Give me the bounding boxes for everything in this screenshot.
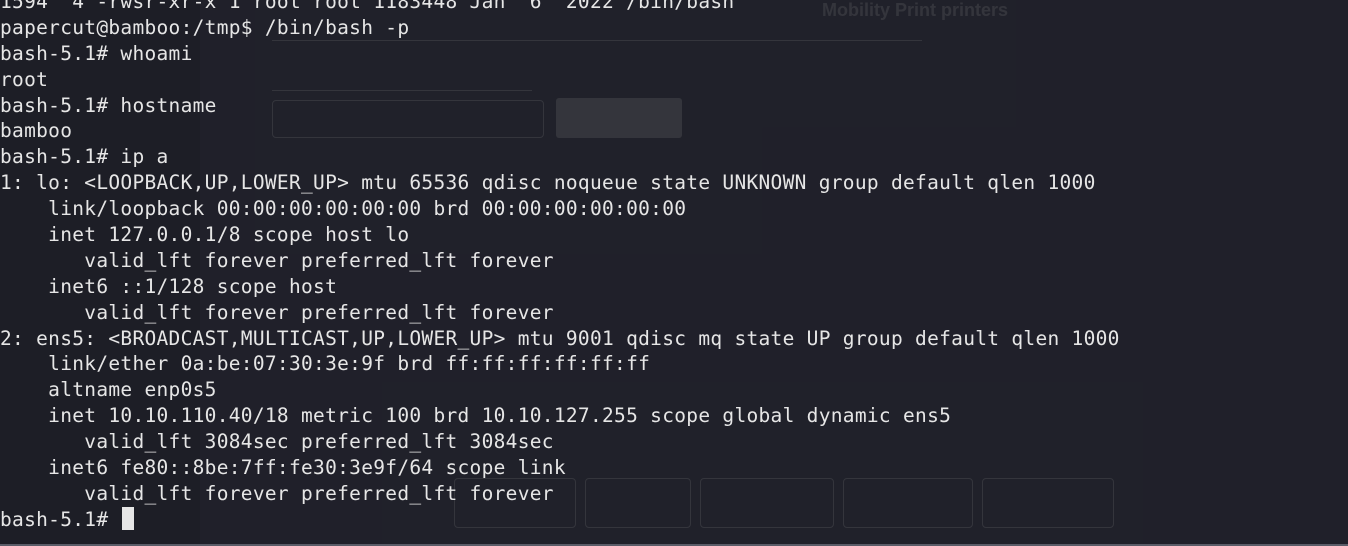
terminal-line: altname enp0s5 — [0, 378, 217, 402]
terminal-output[interactable]: 1594 4 -rwsr-xr-x 1 root root 1183448 Ja… — [0, 0, 1348, 546]
cursor — [122, 506, 135, 530]
terminal-line: valid_lft forever preferred_lft forever — [0, 248, 554, 272]
terminal-line: inet 10.10.110.40/18 metric 100 brd 10.1… — [0, 404, 952, 428]
terminal-line: 1: lo: <LOOPBACK,UP,LOWER_UP> mtu 65536 … — [0, 171, 1096, 195]
terminal-line: bash-5.1# hostname — [0, 93, 217, 117]
terminal-prompt: bash-5.1# — [0, 507, 121, 531]
terminal-line: root — [0, 67, 49, 91]
terminal-line: inet6 fe80::8be:7ff:fe30:3e9f/64 scope l… — [0, 456, 566, 480]
terminal-prompt-line[interactable]: bash-5.1# — [0, 506, 1348, 533]
terminal-line: valid_lft forever preferred_lft forever — [0, 300, 554, 324]
terminal-line: 1594 4 -rwsr-xr-x 1 root root 1183448 Ja… — [0, 0, 735, 13]
terminal-line: bash-5.1# whoami — [0, 41, 193, 65]
terminal-line: papercut@bamboo:/tmp$ /bin/bash -p — [0, 15, 410, 39]
terminal-line: bamboo — [0, 119, 73, 143]
terminal-line: inet 127.0.0.1/8 scope host lo — [0, 223, 410, 247]
terminal-line: bash-5.1# ip a — [0, 145, 169, 169]
terminal-line: inet6 ::1/128 scope host — [0, 274, 338, 298]
terminal-line: valid_lft forever preferred_lft forever — [0, 481, 554, 505]
terminal-line: link/ether 0a:be:07:30:3e:9f brd ff:ff:f… — [0, 352, 651, 376]
terminal-line: valid_lft 3084sec preferred_lft 3084sec — [0, 430, 554, 454]
terminal-line: 2: ens5: <BROADCAST,MULTICAST,UP,LOWER_U… — [0, 326, 1120, 350]
terminal-line: link/loopback 00:00:00:00:00:00 brd 00:0… — [0, 197, 687, 221]
